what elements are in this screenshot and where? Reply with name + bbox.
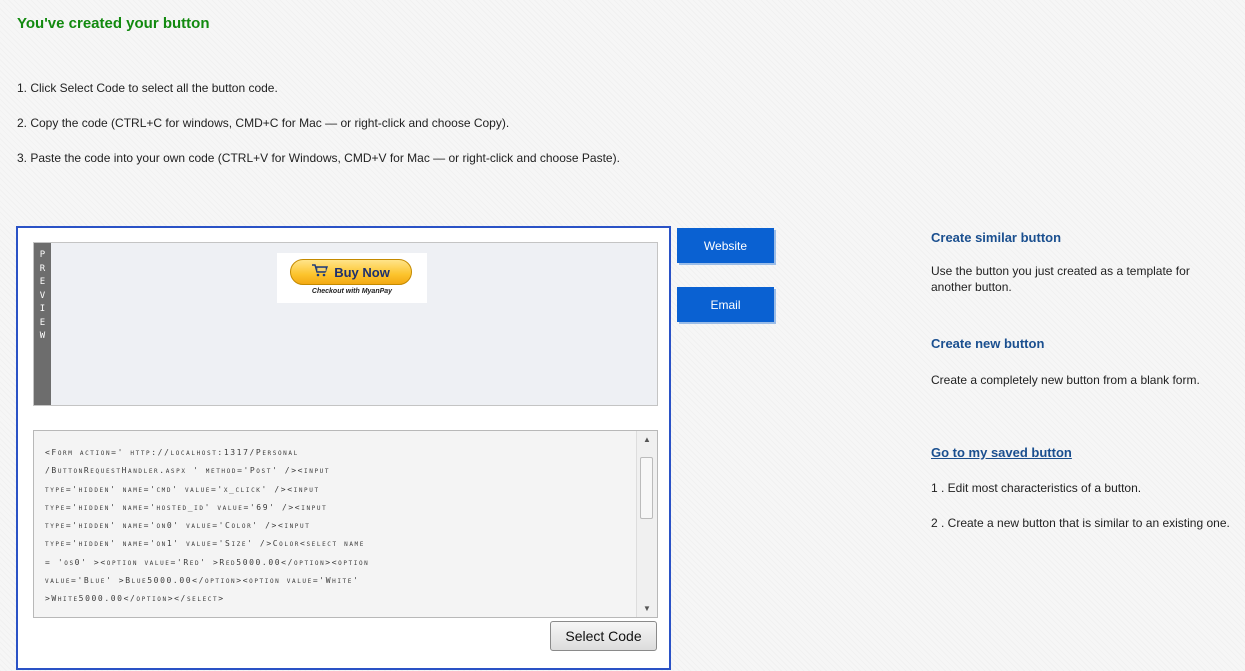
create-similar-heading: Create similar button xyxy=(931,230,1062,245)
saved-item-2: 2 . Create a new button that is similar … xyxy=(931,516,1230,530)
scroll-up-arrow-icon[interactable]: ▲ xyxy=(637,435,657,444)
scroll-down-arrow-icon[interactable]: ▼ xyxy=(637,604,657,613)
instruction-step-3: 3. Paste the code into your own code (CT… xyxy=(17,151,620,165)
buy-now-button[interactable]: Buy Now xyxy=(290,259,412,285)
preview-tab-label: P R E V I E W xyxy=(39,250,46,341)
code-textarea[interactable]: <Form action=' http://localhost:1317/Per… xyxy=(33,430,658,618)
preview-area: P R E V I E W Buy Now Checkout with Myan… xyxy=(33,242,658,406)
code-scrollbar[interactable]: ▲ ▼ xyxy=(636,431,657,617)
preview-tab: P R E V I E W xyxy=(34,243,51,405)
instruction-step-2: 2. Copy the code (CTRL+C for windows, CM… xyxy=(17,116,510,130)
email-button[interactable]: Email xyxy=(677,287,774,322)
create-new-heading: Create new button xyxy=(931,336,1045,351)
checkout-subtext: Checkout with MyanPay xyxy=(311,288,393,295)
saved-button-link-wrap: Go to my saved button xyxy=(931,445,1231,460)
buy-now-preview[interactable]: Buy Now Checkout with MyanPay xyxy=(277,253,427,303)
code-text[interactable]: <Form action=' http://localhost:1317/Per… xyxy=(45,444,627,614)
instruction-step-1: 1. Click Select Code to select all the b… xyxy=(17,81,278,95)
buy-now-label: Buy Now xyxy=(334,264,390,280)
cart-icon xyxy=(312,264,329,280)
go-to-saved-button-link[interactable]: Go to my saved button xyxy=(931,445,1072,460)
select-code-button[interactable]: Select Code xyxy=(550,621,657,651)
saved-item-1: 1 . Edit most characteristics of a butto… xyxy=(931,481,1142,495)
create-new-description: Create a completely new button from a bl… xyxy=(931,373,1200,387)
scroll-thumb[interactable] xyxy=(640,457,653,519)
button-code-panel: P R E V I E W Buy Now Checkout with Myan… xyxy=(16,226,671,670)
create-similar-description: Use the button you just created as a tem… xyxy=(931,264,1190,294)
website-button[interactable]: Website xyxy=(677,228,774,263)
page-title: You've created your button xyxy=(17,15,210,32)
